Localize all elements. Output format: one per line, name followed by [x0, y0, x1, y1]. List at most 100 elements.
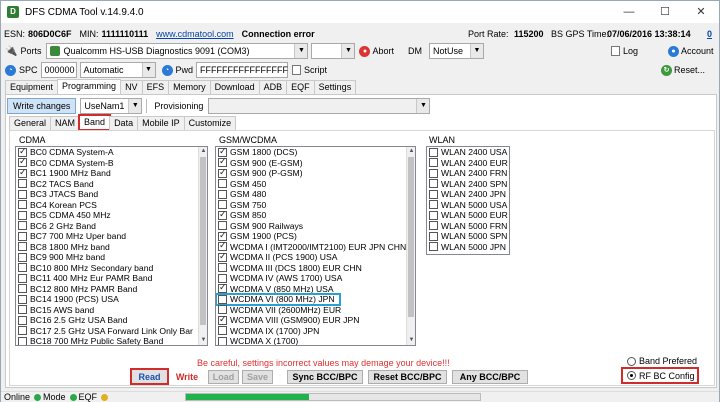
log-button[interactable]: Log [611, 46, 638, 56]
maximize-button[interactable]: ☐ [647, 1, 683, 23]
rf-bc-config-radio[interactable]: RF BC Config [621, 367, 699, 384]
checkbox[interactable] [18, 210, 27, 220]
wlan-band-item[interactable]: WLAN 5000 JPN [427, 242, 509, 253]
cdma-band-item[interactable]: BC15 AWS band [16, 305, 207, 316]
cdma-band-item[interactable]: BC8 1800 MHz band [16, 242, 207, 253]
tab-customize[interactable]: Customize [183, 116, 237, 130]
checkbox[interactable] [18, 231, 27, 241]
checkbox[interactable] [218, 294, 227, 304]
pwd-button[interactable]: Pwd [176, 65, 194, 75]
gsm-band-item[interactable]: WCDMA III (DCS 1800) EUR CHN [216, 263, 415, 274]
ports-button[interactable]: Ports [20, 46, 41, 56]
gsm-band-item[interactable]: GSM 1900 (PCS) [216, 230, 415, 242]
cdma-band-item[interactable]: BC12 800 MHz PAMR Band [16, 284, 207, 295]
wlan-band-item[interactable]: WLAN 5000 FRN [427, 221, 509, 232]
checkbox[interactable] [429, 210, 438, 220]
checkbox[interactable] [18, 294, 27, 304]
checkbox[interactable] [218, 336, 227, 345]
abort-button[interactable]: ● Abort [359, 45, 394, 57]
any-bcc-bpc-button[interactable]: Any BCC/BPC [452, 370, 528, 384]
gsm-scrollbar[interactable]: ▲ ▼ [406, 147, 415, 345]
checkbox[interactable] [218, 251, 227, 262]
tab-band[interactable]: Band [78, 114, 112, 131]
checkbox[interactable] [18, 179, 27, 189]
tab-mobile-ip[interactable]: Mobile IP [137, 116, 185, 130]
tab-nam[interactable]: NAM [50, 116, 81, 130]
tab-eqf[interactable]: EQF [286, 80, 315, 94]
spc-button[interactable]: SPC [19, 65, 38, 75]
checkbox[interactable] [218, 179, 227, 189]
tab-data[interactable]: Data [109, 116, 139, 130]
gsm-band-item[interactable]: GSM 900 (P-GSM) [216, 167, 415, 179]
checkbox[interactable] [429, 221, 438, 231]
checkbox[interactable] [18, 242, 27, 252]
gsm-band-item[interactable]: WCDMA VIII (GSM900) EUR JPN [216, 314, 415, 326]
load-button[interactable]: Load [208, 370, 239, 384]
cdma-band-item[interactable]: BC1 1900 MHz Band [16, 167, 207, 179]
provisioning-select[interactable]: ▼ [208, 98, 431, 114]
checkbox[interactable] [218, 263, 227, 273]
scroll-thumb[interactable] [200, 157, 206, 325]
nam-select[interactable]: UseNam1 ▼ [80, 98, 143, 114]
checkbox[interactable] [429, 179, 438, 189]
gsm-band-item[interactable]: WCDMA VI (800 MHz) JPN [216, 293, 341, 306]
port-select[interactable]: Qualcomm HS-USB Diagnostics 9091 (COM3) … [46, 43, 309, 59]
checkbox[interactable] [18, 189, 27, 199]
checkbox[interactable] [218, 167, 227, 178]
wlan-band-item[interactable]: WLAN 5000 USA [427, 200, 509, 211]
website-link[interactable]: www.cdmatool.com [156, 29, 234, 39]
gsm-band-item[interactable]: WCDMA X (1700) [216, 336, 415, 345]
checkbox[interactable] [218, 209, 227, 220]
cdma-band-item[interactable]: BC0 CDMA System-A [16, 147, 207, 158]
tab-adb[interactable]: ADB [258, 80, 288, 94]
save-button[interactable]: Save [242, 370, 273, 384]
checkbox[interactable] [18, 336, 27, 345]
scroll-down-icon[interactable]: ▼ [407, 336, 415, 345]
reset-bcc-bpc-button[interactable]: Reset BCC/BPC [368, 370, 447, 384]
gsm-band-item[interactable]: GSM 480 [216, 189, 415, 200]
checkbox[interactable] [218, 326, 227, 336]
scroll-up-icon[interactable]: ▲ [407, 147, 415, 156]
pwd-input[interactable]: FFFFFFFFFFFFFFFF [196, 62, 289, 78]
wlan-band-item[interactable]: WLAN 5000 SPN [427, 231, 509, 242]
cdma-band-item[interactable]: BC14 1900 (PCS) USA [16, 294, 207, 305]
minimize-button[interactable]: — [611, 1, 647, 23]
cdma-band-item[interactable]: BC4 Korean PCS [16, 200, 207, 211]
checkbox[interactable] [18, 305, 27, 315]
reset-button[interactable]: ↻ Reset... [661, 64, 705, 76]
cdma-band-item[interactable]: BC3 JTACS Band [16, 189, 207, 200]
checkbox[interactable] [18, 326, 27, 336]
script-button[interactable]: Script [292, 65, 327, 75]
checkbox[interactable] [18, 284, 27, 294]
checkbox[interactable] [18, 315, 27, 325]
wlan-band-item[interactable]: WLAN 2400 FRN [427, 168, 509, 179]
checkbox[interactable] [18, 167, 27, 178]
checkbox[interactable] [429, 242, 438, 252]
tab-nv[interactable]: NV [120, 80, 143, 94]
wlan-band-item[interactable]: WLAN 2400 SPN [427, 179, 509, 190]
gsm-band-item[interactable]: GSM 750 [216, 200, 415, 211]
cdma-scrollbar[interactable]: ▲ ▼ [198, 147, 207, 345]
checkbox[interactable] [429, 231, 438, 241]
close-button[interactable]: ✕ [683, 1, 719, 23]
tab-download[interactable]: Download [209, 80, 260, 94]
wlan-band-item[interactable]: WLAN 2400 USA [427, 147, 509, 158]
checkbox[interactable] [429, 168, 438, 178]
cdma-band-item[interactable]: BC9 900 MHz band [16, 252, 207, 263]
gsm-band-item[interactable]: WCDMA VII (2600MHz) EUR [216, 305, 415, 316]
gsm-band-item[interactable]: WCDMA I (IMT2000/IMT2100) EUR JPN CHN [216, 240, 415, 253]
mode-select[interactable]: Automatic ▼ [79, 62, 156, 78]
gsm-band-item[interactable]: GSM 1800 (DCS) [216, 147, 415, 158]
wlan-band-item[interactable]: WLAN 5000 EUR [427, 210, 509, 221]
tab-equipment[interactable]: Equipment [5, 80, 59, 94]
checkbox[interactable] [429, 147, 438, 157]
tab-settings[interactable]: Settings [313, 80, 357, 94]
band-preferred-radio[interactable]: Band Prefered [627, 356, 697, 366]
dm-select[interactable]: NotUse ▼ [428, 43, 484, 59]
gsm-band-item[interactable]: GSM 450 [216, 179, 415, 190]
scroll-up-icon[interactable]: ▲ [199, 147, 207, 156]
gsm-band-item[interactable]: GSM 850 [216, 209, 415, 221]
cdma-band-item[interactable]: BC6 2 GHz Band [16, 221, 207, 232]
cdma-band-item[interactable]: BC10 800 MHz Secondary band [16, 263, 207, 274]
gsm-band-item[interactable]: WCDMA IX (1700) JPN [216, 326, 415, 337]
